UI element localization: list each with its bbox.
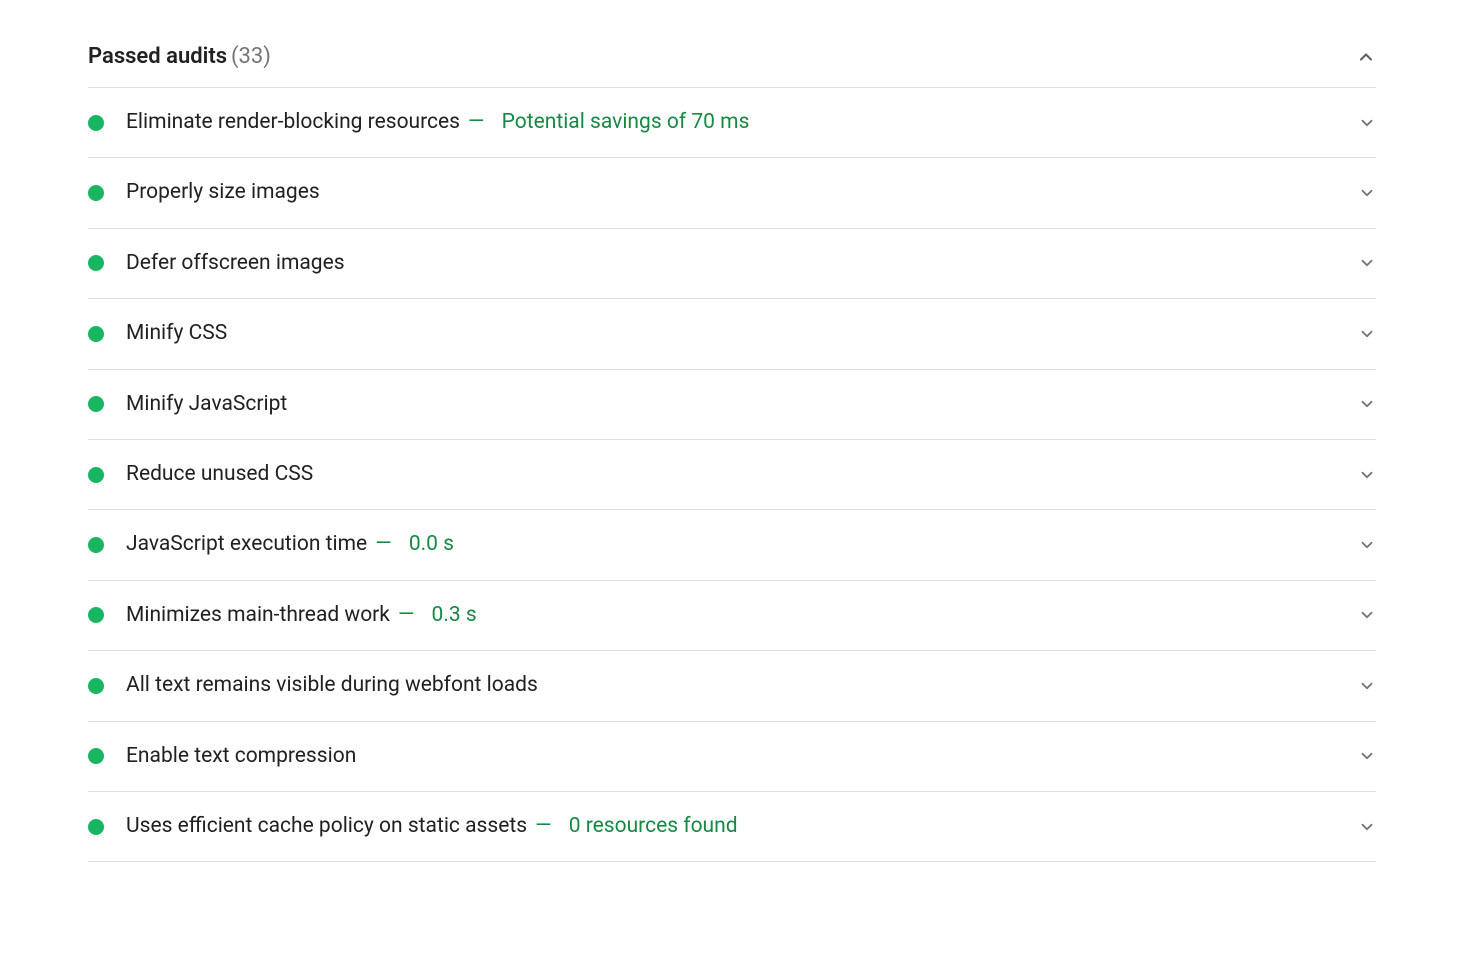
chevron-down-icon bbox=[1358, 114, 1376, 132]
section-title-wrap: Passed audits (33) bbox=[88, 44, 271, 69]
audit-text: JavaScript execution time — 0.0 s bbox=[126, 530, 1358, 559]
chevron-down-icon bbox=[1358, 747, 1376, 765]
status-pass-icon bbox=[88, 748, 104, 764]
status-pass-icon bbox=[88, 537, 104, 553]
status-pass-icon bbox=[88, 678, 104, 694]
status-pass-icon bbox=[88, 255, 104, 271]
audit-list: Eliminate render-blocking resources — Pot… bbox=[88, 87, 1376, 862]
status-pass-icon bbox=[88, 467, 104, 483]
audit-row[interactable]: Eliminate render-blocking resources — Pot… bbox=[88, 88, 1376, 158]
audit-label: Properly size images bbox=[126, 180, 320, 204]
audit-row[interactable]: Defer offscreen images bbox=[88, 229, 1376, 299]
audit-row[interactable]: JavaScript execution time — 0.0 s bbox=[88, 510, 1376, 580]
status-pass-icon bbox=[88, 185, 104, 201]
audit-row[interactable]: Uses efficient cache policy on static as… bbox=[88, 792, 1376, 862]
audit-row[interactable]: Reduce unused CSS bbox=[88, 440, 1376, 510]
audit-label: Reduce unused CSS bbox=[126, 462, 313, 486]
audit-row[interactable]: Properly size images bbox=[88, 158, 1376, 228]
audit-text: Defer offscreen images bbox=[126, 249, 1358, 278]
chevron-down-icon bbox=[1358, 677, 1376, 695]
audit-text: Enable text compression bbox=[126, 742, 1358, 771]
chevron-down-icon bbox=[1358, 536, 1376, 554]
chevron-down-icon bbox=[1358, 606, 1376, 624]
chevron-up-icon bbox=[1356, 47, 1376, 67]
audit-detail: 0.3 s bbox=[426, 603, 476, 627]
passed-audits-header[interactable]: Passed audits (33) bbox=[88, 30, 1376, 87]
status-pass-icon bbox=[88, 396, 104, 412]
status-pass-icon bbox=[88, 326, 104, 342]
audit-row[interactable]: Enable text compression bbox=[88, 722, 1376, 792]
audit-text: Reduce unused CSS bbox=[126, 460, 1358, 489]
status-pass-icon bbox=[88, 607, 104, 623]
chevron-down-icon bbox=[1358, 818, 1376, 836]
chevron-down-icon bbox=[1358, 466, 1376, 484]
status-pass-icon bbox=[88, 819, 104, 835]
audit-text: Minify JavaScript bbox=[126, 390, 1358, 419]
audit-text: Properly size images bbox=[126, 178, 1358, 207]
audit-detail: Potential savings of 70 ms bbox=[496, 110, 749, 134]
chevron-down-icon bbox=[1358, 254, 1376, 272]
audit-detail-separator: — bbox=[535, 814, 551, 838]
audit-detail: 0 resources found bbox=[564, 814, 738, 838]
audit-text: All text remains visible during webfont … bbox=[126, 671, 1358, 700]
audit-label: All text remains visible during webfont … bbox=[126, 673, 538, 697]
section-title: Passed audits bbox=[88, 44, 227, 69]
audit-text: Minimizes main-thread work — 0.3 s bbox=[126, 601, 1358, 630]
audit-detail-separator: — bbox=[398, 603, 414, 627]
audit-label: Minimizes main-thread work bbox=[126, 603, 390, 627]
audit-label: Eliminate render-blocking resources bbox=[126, 110, 460, 134]
chevron-down-icon bbox=[1358, 184, 1376, 202]
audit-label: Uses efficient cache policy on static as… bbox=[126, 814, 527, 838]
chevron-down-icon bbox=[1358, 395, 1376, 413]
audit-text: Eliminate render-blocking resources — Pot… bbox=[126, 108, 1358, 137]
section-count: (33) bbox=[231, 44, 271, 69]
audit-row[interactable]: Minify JavaScript bbox=[88, 370, 1376, 440]
audit-label: Minify JavaScript bbox=[126, 392, 287, 416]
audit-row[interactable]: All text remains visible during webfont … bbox=[88, 651, 1376, 721]
audit-detail-separator: — bbox=[468, 110, 484, 134]
audit-text: Minify CSS bbox=[126, 319, 1358, 348]
audit-label: JavaScript execution time bbox=[126, 532, 367, 556]
audit-label: Enable text compression bbox=[126, 744, 356, 768]
audit-row[interactable]: Minify CSS bbox=[88, 299, 1376, 369]
chevron-down-icon bbox=[1358, 325, 1376, 343]
status-pass-icon bbox=[88, 115, 104, 131]
audit-row[interactable]: Minimizes main-thread work — 0.3 s bbox=[88, 581, 1376, 651]
audit-label: Minify CSS bbox=[126, 321, 227, 345]
audit-detail-separator: — bbox=[375, 532, 391, 556]
audit-label: Defer offscreen images bbox=[126, 251, 345, 275]
audit-detail: 0.0 s bbox=[404, 532, 454, 556]
audit-text: Uses efficient cache policy on static as… bbox=[126, 812, 1358, 841]
